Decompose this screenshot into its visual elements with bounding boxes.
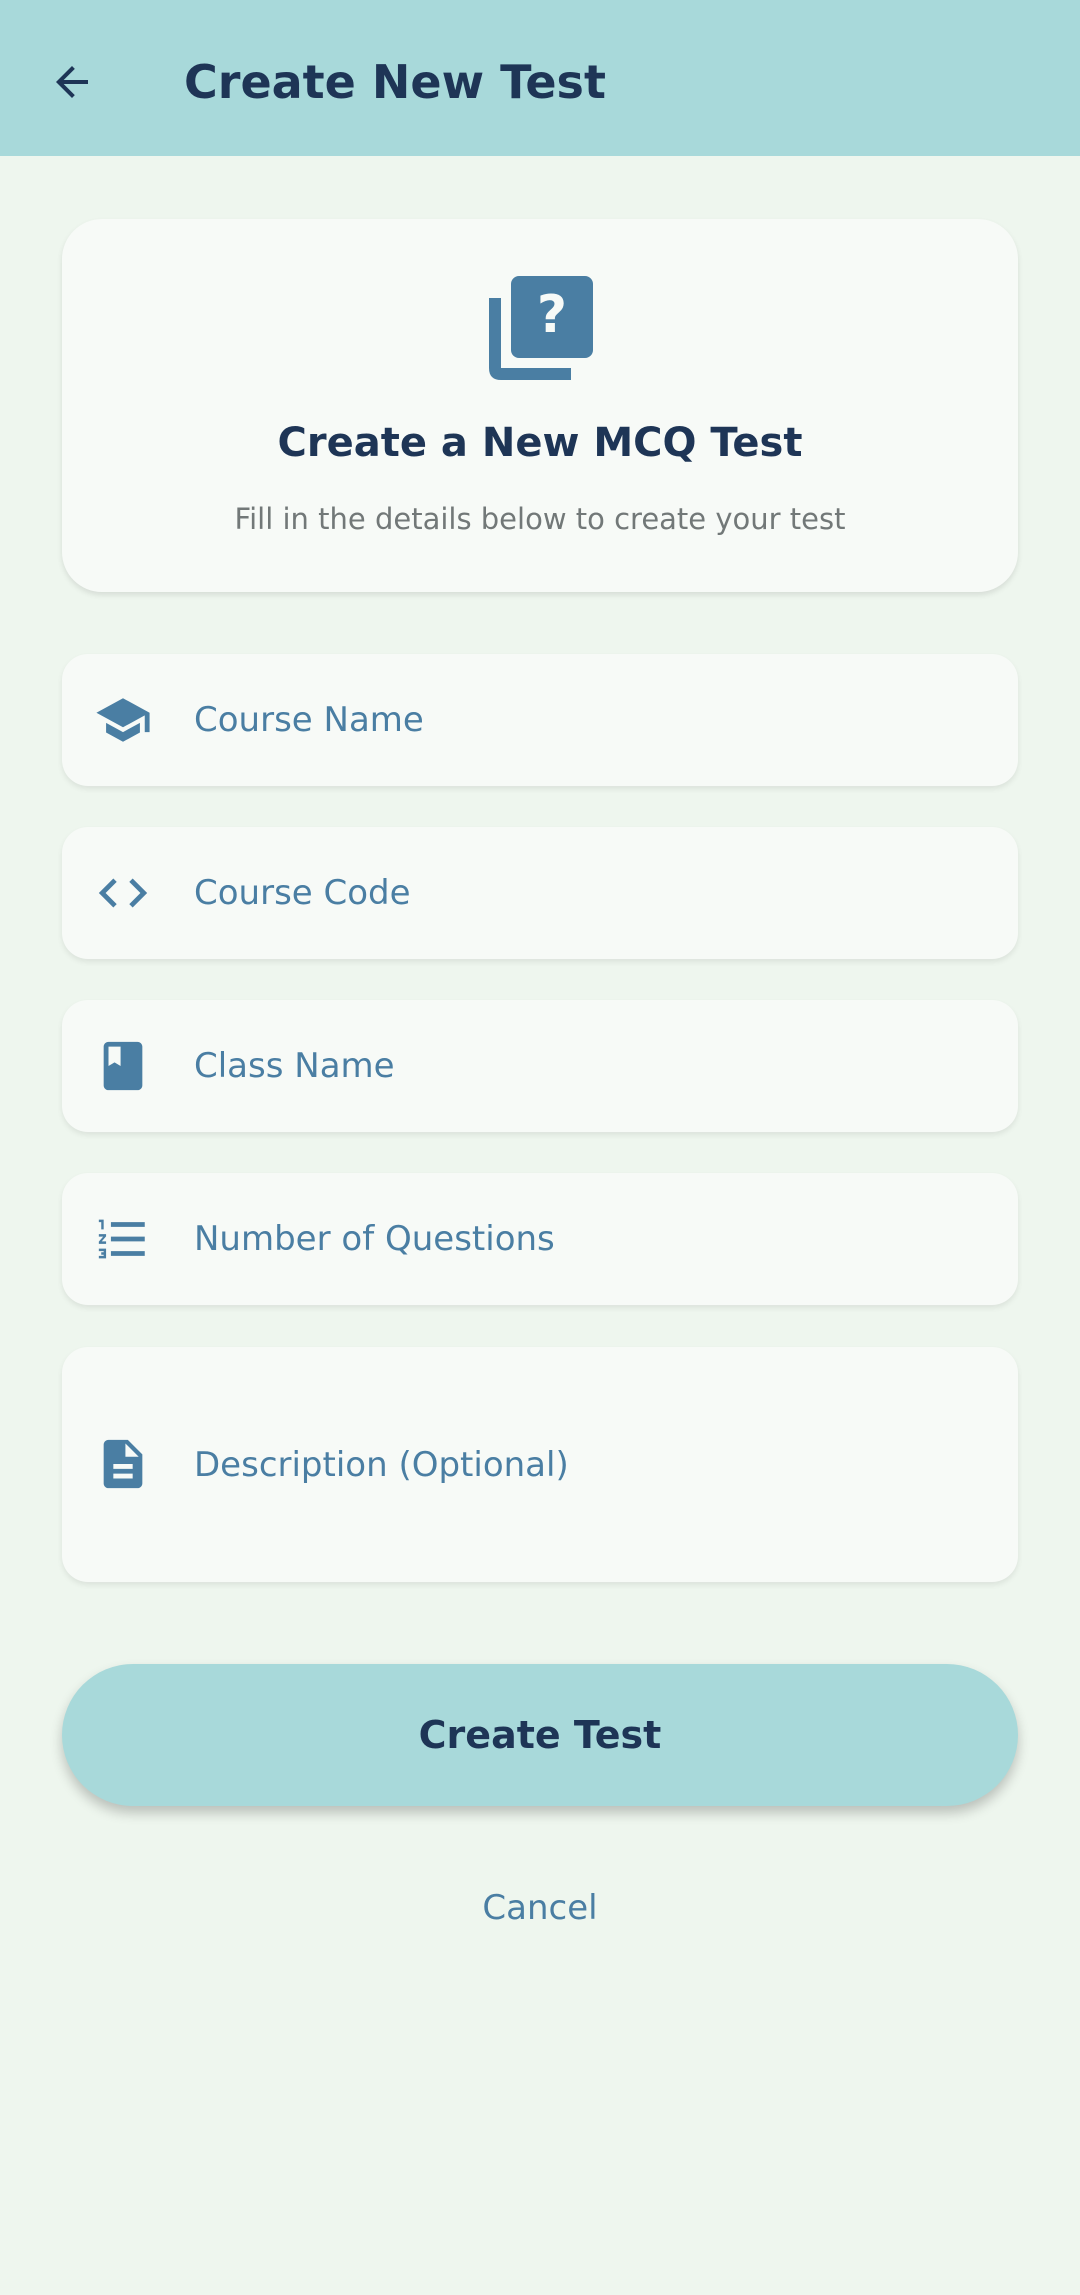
numbered-list-icon (92, 1208, 154, 1270)
app-bar: Create New Test (0, 0, 1080, 156)
quiz-question-icon: ? (489, 276, 593, 380)
back-button[interactable] (30, 40, 114, 124)
cancel-button[interactable]: Cancel (400, 1880, 680, 1936)
page-title: Create New Test (184, 55, 606, 109)
arrow-left-icon (56, 66, 88, 98)
course-code-input[interactable] (194, 863, 994, 923)
intro-card: ? Create a New MCQ Test Fill in the deta… (62, 219, 1018, 592)
create-test-button[interactable]: Create Test (62, 1664, 1018, 1806)
svg-text:?: ? (537, 285, 567, 345)
course-code-field[interactable] (62, 827, 1018, 959)
description-field[interactable] (62, 1347, 1018, 1582)
number-of-questions-field[interactable] (62, 1173, 1018, 1305)
document-icon (92, 1433, 154, 1495)
course-name-input[interactable] (194, 690, 994, 750)
number-of-questions-input[interactable] (194, 1209, 994, 1269)
book-icon (92, 1035, 154, 1097)
intro-title: Create a New MCQ Test (277, 420, 803, 466)
graduation-cap-icon (92, 689, 154, 751)
code-brackets-icon (92, 862, 154, 924)
description-input[interactable] (194, 1435, 994, 1495)
class-name-input[interactable] (194, 1036, 994, 1096)
class-name-field[interactable] (62, 1000, 1018, 1132)
intro-subtitle: Fill in the details below to create your… (234, 502, 846, 536)
course-name-field[interactable] (62, 654, 1018, 786)
